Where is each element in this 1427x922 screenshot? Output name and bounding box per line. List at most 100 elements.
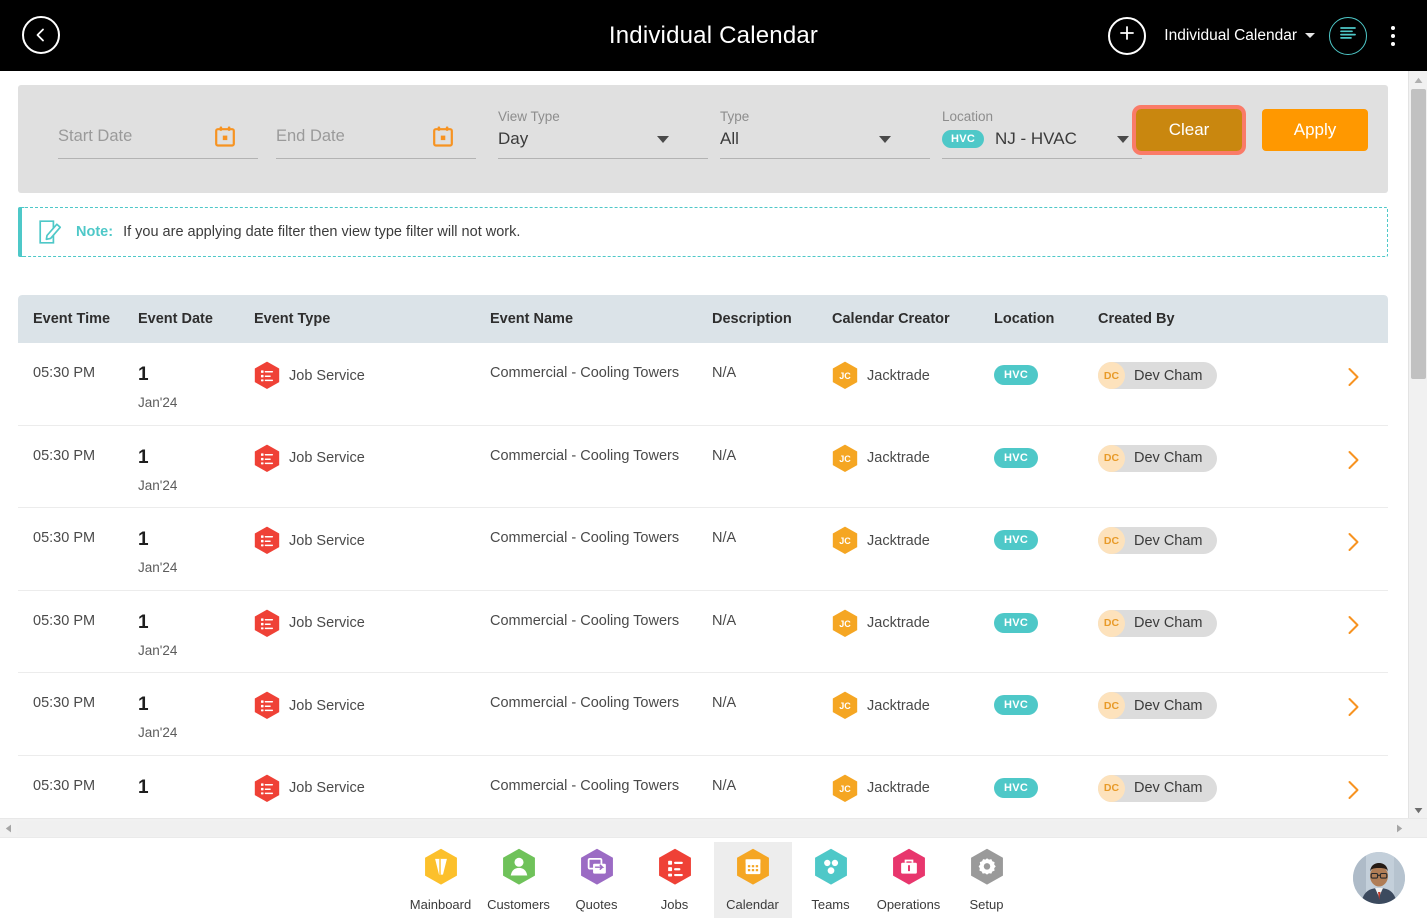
list-view-button[interactable] bbox=[1329, 16, 1367, 55]
location-select[interactable]: Location HVC NJ - HVAC bbox=[924, 85, 1142, 193]
job-service-hex-icon bbox=[254, 526, 280, 555]
cell-event-type: Job Service bbox=[254, 343, 490, 390]
created-by-avatar: DC bbox=[1098, 774, 1125, 802]
setup-hex-icon bbox=[970, 848, 1004, 890]
calendar-selector-dropdown[interactable]: Individual Calendar bbox=[1164, 27, 1315, 45]
cell-description: N/A bbox=[712, 447, 737, 464]
row-expand-button[interactable] bbox=[1347, 780, 1360, 805]
nav-item-setup[interactable]: Setup bbox=[948, 842, 1026, 918]
created-by-avatar: DC bbox=[1098, 609, 1125, 637]
list-lines-icon bbox=[1339, 25, 1357, 46]
created-by-avatar: DC bbox=[1098, 362, 1125, 389]
chevron-right-icon bbox=[1347, 615, 1360, 639]
chevron-right-icon bbox=[1347, 780, 1360, 804]
triangle-left-icon bbox=[5, 820, 12, 838]
row-expand-button[interactable] bbox=[1347, 697, 1360, 722]
quotes-hex-icon bbox=[580, 848, 614, 890]
table-row[interactable]: 05:30 PM 1 Jan'24 Job Service Commercial - C… bbox=[18, 755, 1388, 808]
table-row[interactable]: 05:30 PM 1 Jan'24 Job Service Commercial - C… bbox=[18, 590, 1388, 673]
svg-text:JC: JC bbox=[839, 536, 851, 546]
cell-event-type: Job Service bbox=[254, 673, 490, 720]
calendar-creator-hex-icon: JC bbox=[832, 444, 858, 473]
cell-description: N/A bbox=[712, 777, 737, 794]
cell-location: HVC bbox=[994, 508, 1098, 550]
scroll-right-button[interactable] bbox=[1391, 819, 1408, 838]
chevron-down-icon[interactable] bbox=[879, 136, 891, 143]
view-type-select[interactable]: View Type Day bbox=[480, 85, 708, 193]
scroll-up-button[interactable] bbox=[1409, 71, 1427, 88]
nav-item-calendar[interactable]: Calendar bbox=[713, 842, 792, 918]
calendar-creator-label: Jacktrade bbox=[867, 697, 930, 714]
event-type-label: Job Service bbox=[289, 615, 365, 631]
back-button[interactable] bbox=[22, 16, 60, 54]
table-row[interactable]: 05:30 PM 1 Jan'24 Job Service Commercial - C… bbox=[18, 673, 1388, 756]
scroll-down-button[interactable] bbox=[1409, 801, 1427, 818]
created-by-name: Dev Cham bbox=[1134, 780, 1203, 796]
chevron-down-icon[interactable] bbox=[657, 136, 669, 143]
chevron-down-icon[interactable] bbox=[1117, 136, 1129, 143]
calendar-icon[interactable] bbox=[433, 126, 453, 152]
type-select[interactable]: Type All bbox=[702, 85, 930, 193]
nav-item-customers[interactable]: Customers bbox=[480, 842, 558, 918]
customers-hex-icon bbox=[502, 848, 536, 890]
cell-event-date: 1 Jan'24 bbox=[138, 673, 254, 740]
type-value: All bbox=[720, 129, 739, 148]
created-by-name: Dev Cham bbox=[1134, 367, 1203, 384]
view-type-label: View Type bbox=[498, 109, 560, 124]
table-row[interactable]: 05:30 PM 1 Jan'24 Job Service Commercial - C… bbox=[18, 343, 1388, 426]
created-by-pill: DC Dev Cham bbox=[1098, 362, 1217, 389]
nav-item-label: Setup bbox=[969, 896, 1004, 912]
avatar[interactable] bbox=[1353, 852, 1405, 904]
cell-event-name: Commercial - Cooling Towers bbox=[490, 777, 680, 794]
apply-button[interactable]: Apply bbox=[1262, 109, 1368, 151]
nav-item-teams[interactable]: Teams bbox=[792, 842, 870, 918]
nav-item-mainboard[interactable]: Mainboard bbox=[402, 842, 480, 918]
calendar-icon[interactable] bbox=[215, 126, 235, 152]
row-expand-button[interactable] bbox=[1347, 615, 1360, 640]
cell-event-time: 05:30 PM bbox=[33, 612, 96, 629]
event-day: 1 bbox=[138, 364, 149, 385]
cell-event-time: 05:30 PM bbox=[33, 695, 96, 711]
more-options-button[interactable] bbox=[1381, 17, 1405, 55]
clear-button[interactable]: Clear bbox=[1134, 107, 1244, 153]
header-actions: Individual Calendar bbox=[1108, 0, 1413, 71]
svg-text:JC: JC bbox=[839, 619, 851, 629]
created-by-name: Dev Cham bbox=[1134, 615, 1203, 631]
calendar-creator-hex-icon: JC bbox=[832, 691, 858, 720]
row-expand-button[interactable] bbox=[1347, 532, 1360, 557]
horizontal-scrollbar[interactable] bbox=[0, 818, 1427, 837]
svg-text:JC: JC bbox=[839, 701, 851, 711]
cell-description: N/A bbox=[712, 530, 737, 546]
created-by-pill: DC Dev Cham bbox=[1098, 774, 1217, 802]
top-header-bar: Individual Calendar Individual Calendar bbox=[0, 0, 1427, 71]
cell-created-by: DC Dev Cham bbox=[1098, 756, 1344, 802]
cell-calendar-creator: JC Jacktrade bbox=[832, 756, 994, 803]
svg-text:JC: JC bbox=[839, 371, 851, 381]
table-row[interactable]: 05:30 PM 1 Jan'24 Job Service Commercial - C… bbox=[18, 508, 1388, 591]
cell-calendar-creator: JC Jacktrade bbox=[832, 426, 994, 473]
cell-description: N/A bbox=[712, 612, 737, 629]
more-vertical-icon bbox=[1391, 25, 1395, 30]
jobs-hex-icon bbox=[658, 848, 692, 890]
bottom-nav-items: Mainboard Customers Quotes Jobs Calendar Team… bbox=[402, 842, 1026, 918]
vertical-scroll-thumb[interactable] bbox=[1411, 89, 1426, 379]
table-row[interactable]: 05:30 PM 1 Jan'24 Job Service Commercial - C… bbox=[18, 425, 1388, 508]
row-expand-button[interactable] bbox=[1347, 367, 1360, 392]
end-date-placeholder: End Date bbox=[276, 127, 345, 145]
vertical-scrollbar[interactable] bbox=[1408, 71, 1427, 818]
page-body: Start Date End Date View Type Day Type A… bbox=[0, 71, 1427, 818]
cell-event-time: 05:30 PM bbox=[33, 447, 96, 464]
scroll-left-button[interactable] bbox=[0, 819, 17, 838]
nav-item-quotes[interactable]: Quotes bbox=[558, 842, 636, 918]
cell-event-time: 05:30 PM bbox=[33, 365, 96, 381]
nav-item-jobs[interactable]: Jobs bbox=[636, 842, 714, 918]
cell-event-date: 1 Jan'24 bbox=[138, 426, 254, 493]
row-expand-button[interactable] bbox=[1347, 450, 1360, 475]
nav-item-operations[interactable]: Operations bbox=[870, 842, 948, 918]
horizontal-scroll-thumb[interactable] bbox=[17, 821, 1395, 836]
event-day: 1 bbox=[138, 694, 149, 715]
table-header-row: Event Time Event Date Event Type Event N… bbox=[18, 295, 1388, 343]
start-date-field[interactable]: Start Date bbox=[40, 85, 258, 193]
end-date-field[interactable]: End Date bbox=[258, 85, 476, 193]
add-button[interactable] bbox=[1108, 16, 1147, 55]
